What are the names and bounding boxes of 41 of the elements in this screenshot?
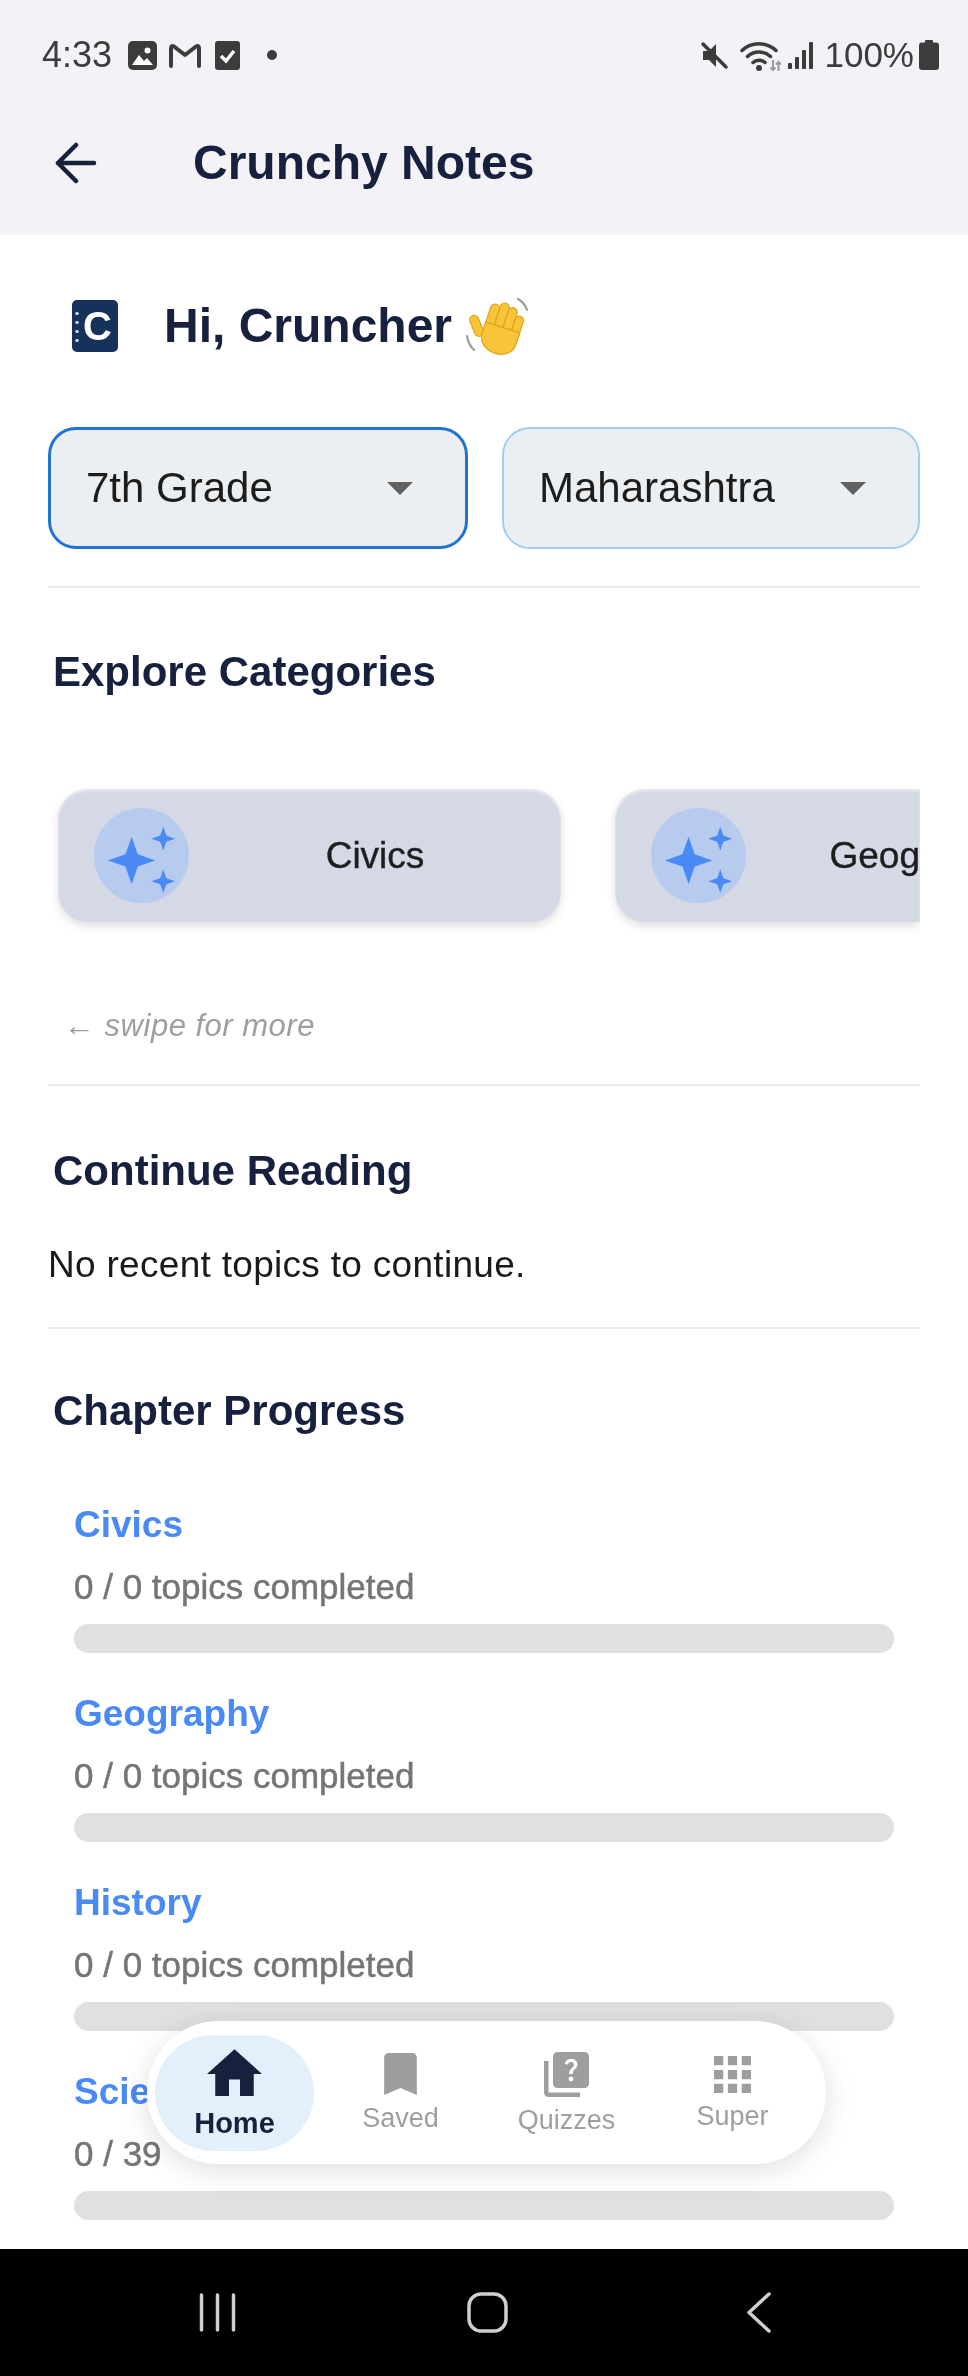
waving-hand-icon bbox=[464, 296, 531, 356]
battery-icon bbox=[919, 40, 939, 70]
progress-text: 0 / 0 topics completed bbox=[74, 1756, 415, 1796]
back-icon[interactable] bbox=[746, 2292, 771, 2333]
section-title: Chapter Progress bbox=[52, 1386, 407, 1436]
caret-icon bbox=[840, 481, 866, 495]
sparkle-icon bbox=[651, 808, 746, 903]
progress-text: 0 / 0 topics completed bbox=[74, 1945, 415, 1985]
home-button-icon[interactable] bbox=[467, 2292, 508, 2333]
chapter-name: Scie bbox=[74, 2070, 151, 2114]
home-icon bbox=[207, 2048, 262, 2096]
dot-icon bbox=[267, 50, 278, 60]
mute-icon bbox=[700, 40, 730, 70]
mail-icon bbox=[168, 41, 203, 69]
empty-message: No recent topics to continue. bbox=[48, 1243, 527, 1287]
section-title: Explore Categories bbox=[52, 647, 437, 697]
chapter-name: History bbox=[74, 1881, 202, 1925]
section-title: Continue Reading bbox=[52, 1146, 414, 1196]
signal-icon bbox=[788, 41, 815, 69]
dropdown[interactable]: 7th Grade bbox=[48, 427, 468, 549]
grid-icon bbox=[714, 2055, 751, 2093]
category-card[interactable]: Geog bbox=[615, 789, 920, 922]
chapter-name: Geography bbox=[74, 1692, 270, 1736]
battery-percent: 100% bbox=[824, 34, 914, 76]
chapter-name: Civics bbox=[74, 1503, 183, 1547]
swipe-hint: ← swipe for more bbox=[63, 1007, 316, 1045]
checkbox-icon bbox=[215, 40, 241, 70]
recent-apps-icon[interactable] bbox=[199, 2293, 236, 2332]
app-title: Crunchy Notes bbox=[193, 134, 535, 191]
image-icon bbox=[128, 40, 158, 70]
caret-icon bbox=[387, 481, 413, 495]
dropdown[interactable]: Maharashtra bbox=[502, 427, 920, 549]
sparkle-icon bbox=[94, 808, 189, 903]
bookmark-icon bbox=[384, 2053, 417, 2095]
notebook-logo: C bbox=[72, 300, 118, 352]
greeting-text: Hi, Cruncher bbox=[164, 298, 453, 354]
category-card[interactable]: Civics bbox=[58, 789, 561, 922]
progress-text: 0 / 0 topics completed bbox=[74, 1567, 415, 1607]
quiz-icon bbox=[544, 2051, 589, 2097]
clock-time: 4:33 bbox=[42, 34, 113, 76]
back-icon[interactable] bbox=[53, 141, 97, 184]
